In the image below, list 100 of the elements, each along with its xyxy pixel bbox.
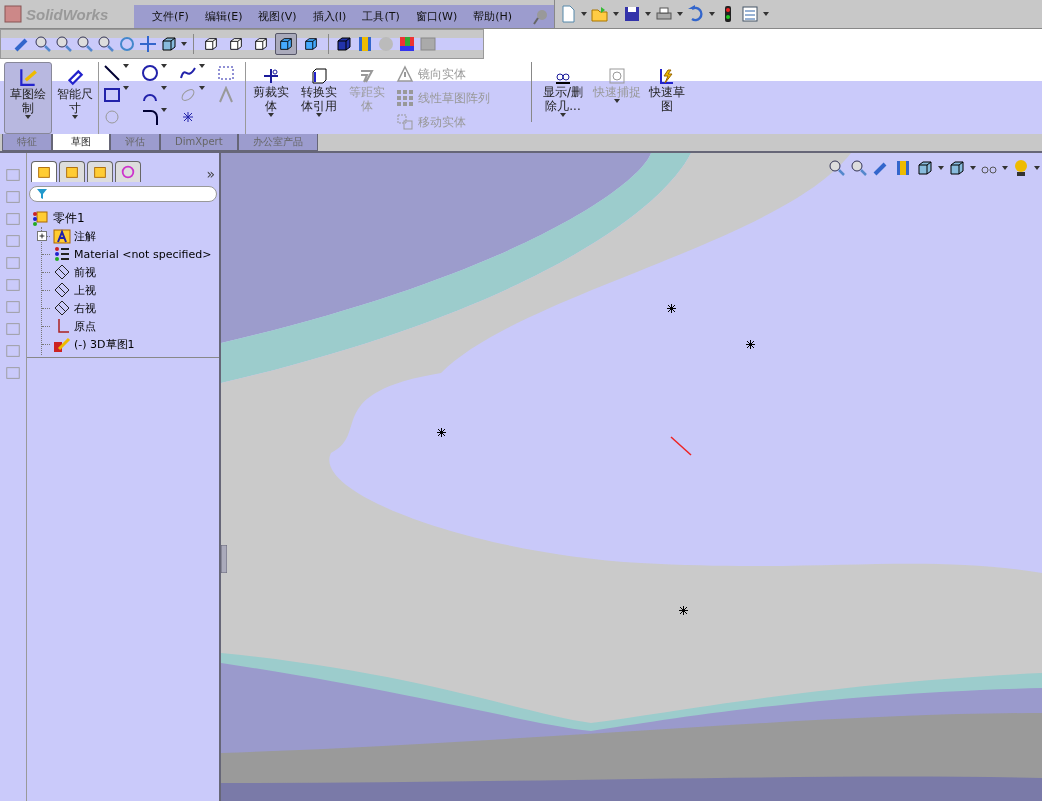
circle-icon[interactable] bbox=[141, 64, 159, 82]
dropdown-caret-icon[interactable] bbox=[199, 86, 205, 90]
save-icon[interactable] bbox=[623, 5, 641, 23]
dropdown-caret-icon[interactable] bbox=[613, 12, 619, 16]
zoom-to-fit-icon[interactable] bbox=[34, 35, 52, 53]
undo-icon[interactable] bbox=[687, 5, 705, 23]
lightning-sketch-icon[interactable] bbox=[658, 67, 676, 85]
menu-item[interactable]: 视图(V) bbox=[250, 9, 305, 24]
dropdown-caret-icon[interactable] bbox=[581, 12, 587, 16]
sketch-point-icon bbox=[746, 340, 755, 349]
dropdown-caret-icon[interactable] bbox=[938, 166, 944, 170]
tree-item[interactable]: Material <not specified> bbox=[74, 247, 212, 261]
part-icon bbox=[31, 209, 49, 227]
smart-dimension-button[interactable]: 智能尺寸 bbox=[54, 62, 96, 134]
dropdown-caret-icon[interactable] bbox=[161, 64, 167, 68]
sketch-point-icon bbox=[679, 606, 688, 615]
dropdown-caret-icon[interactable] bbox=[161, 108, 167, 112]
dropdown-caret-icon[interactable] bbox=[25, 115, 31, 119]
logo-icon bbox=[4, 5, 22, 23]
expand-panel-button[interactable]: » bbox=[206, 166, 215, 182]
dropdown-caret-icon[interactable] bbox=[268, 113, 274, 117]
dropdown-caret-icon[interactable] bbox=[123, 64, 129, 68]
zoom-area-icon[interactable] bbox=[850, 159, 868, 177]
wireframe-cube-icon bbox=[203, 36, 219, 52]
cube-icon[interactable] bbox=[310, 67, 328, 85]
menu-item[interactable]: 文件(F) bbox=[144, 9, 197, 24]
sketch-point-icon bbox=[667, 304, 676, 313]
checklist-icon[interactable] bbox=[741, 5, 759, 23]
sketch-pencil-icon bbox=[18, 67, 38, 87]
menu-item[interactable]: 插入(I) bbox=[304, 9, 355, 24]
dropdown-caret-icon[interactable] bbox=[161, 86, 167, 90]
display-style-icon[interactable] bbox=[948, 159, 966, 177]
dimension-icon bbox=[65, 67, 85, 87]
dropdown-caret-icon[interactable] bbox=[123, 86, 129, 90]
tool-button[interactable]: 转换实体引用 bbox=[296, 62, 342, 134]
panel-tab[interactable] bbox=[59, 161, 85, 182]
dropdown-caret-icon[interactable] bbox=[316, 113, 322, 117]
menu-item[interactable]: 帮助(H) bbox=[465, 9, 521, 24]
material-icon bbox=[53, 245, 71, 263]
light-bulb-icon[interactable] bbox=[1012, 159, 1030, 177]
tree-item[interactable]: 前视 bbox=[74, 264, 96, 280]
sketch-point-icon bbox=[437, 428, 446, 437]
printer-icon[interactable] bbox=[655, 5, 673, 23]
dropdown-caret-icon[interactable] bbox=[1002, 166, 1008, 170]
menu-item[interactable]: 窗口(W) bbox=[407, 9, 466, 24]
tree-item[interactable]: 右视 bbox=[74, 300, 96, 316]
zoom-selection-icon[interactable] bbox=[97, 35, 115, 53]
view-orientation-icon[interactable] bbox=[916, 159, 934, 177]
rectangle-icon[interactable] bbox=[103, 86, 121, 104]
tool-button[interactable]: 显示/删除几... bbox=[537, 62, 589, 134]
shaded-cube-icon bbox=[278, 36, 294, 52]
tool-button[interactable]: 剪裁实体 bbox=[248, 62, 294, 134]
sketch-line bbox=[670, 436, 692, 456]
shaded-cube-icon bbox=[303, 36, 319, 52]
section-view-icon[interactable] bbox=[335, 35, 353, 53]
zoom-to-fit-icon[interactable] bbox=[828, 159, 846, 177]
menu-item[interactable]: 编辑(E) bbox=[196, 9, 251, 24]
menu-item[interactable]: 工具(T) bbox=[354, 9, 408, 24]
display-style-button[interactable] bbox=[275, 33, 297, 55]
plane-icon bbox=[53, 281, 71, 299]
wireframe-cube-icon bbox=[228, 36, 244, 52]
tree-item[interactable]: (-) 3D草图1 bbox=[74, 336, 135, 352]
view-orientation-icon[interactable] bbox=[160, 35, 178, 53]
folder-icon bbox=[53, 227, 71, 245]
crosshair-icon bbox=[120, 164, 136, 180]
folder-icon bbox=[92, 164, 108, 180]
line-icon[interactable] bbox=[103, 64, 121, 82]
sketch-button[interactable]: 草图绘制 bbox=[4, 62, 52, 134]
zoom-area-icon[interactable] bbox=[55, 35, 73, 53]
dropdown-caret-icon[interactable] bbox=[1034, 166, 1040, 170]
plane-icon bbox=[53, 299, 71, 317]
dropdown-caret-icon[interactable] bbox=[181, 42, 187, 46]
tree-item[interactable]: 原点 bbox=[74, 318, 96, 334]
tree-item[interactable]: 零件1 bbox=[53, 209, 85, 227]
dropdown-caret-icon[interactable] bbox=[709, 12, 715, 16]
dashed-rectangle-icon[interactable] bbox=[217, 64, 235, 82]
panel-tab[interactable] bbox=[31, 161, 57, 182]
dropdown-caret-icon[interactable] bbox=[645, 12, 651, 16]
filter-field[interactable] bbox=[29, 186, 217, 202]
plane-icon bbox=[53, 263, 71, 281]
tree-item[interactable]: 上视 bbox=[74, 282, 96, 298]
tree-item[interactable]: 注解 bbox=[74, 228, 96, 244]
panel-tab[interactable] bbox=[115, 161, 141, 182]
dropdown-caret-icon[interactable] bbox=[560, 113, 566, 117]
color-grid-icon[interactable] bbox=[398, 35, 416, 53]
dropdown-caret-icon[interactable] bbox=[677, 12, 683, 16]
expand-toggle-icon[interactable] bbox=[37, 231, 47, 241]
tool-button[interactable]: 快速草图 bbox=[645, 62, 689, 134]
dropdown-caret-icon[interactable] bbox=[199, 64, 205, 68]
dropdown-caret-icon[interactable] bbox=[763, 12, 769, 16]
folder-icon bbox=[36, 164, 52, 180]
tab[interactable]: 草图 bbox=[52, 134, 110, 151]
dropdown-caret-icon[interactable] bbox=[72, 115, 78, 119]
fillet-icon[interactable] bbox=[141, 108, 159, 126]
folder-icon bbox=[64, 164, 80, 180]
zoom-in-out-icon[interactable] bbox=[76, 35, 94, 53]
dropdown-caret-icon[interactable] bbox=[970, 166, 976, 170]
panel-tab[interactable] bbox=[87, 161, 113, 182]
filter-icon bbox=[36, 188, 48, 200]
wireframe-cube-icon bbox=[253, 36, 269, 52]
